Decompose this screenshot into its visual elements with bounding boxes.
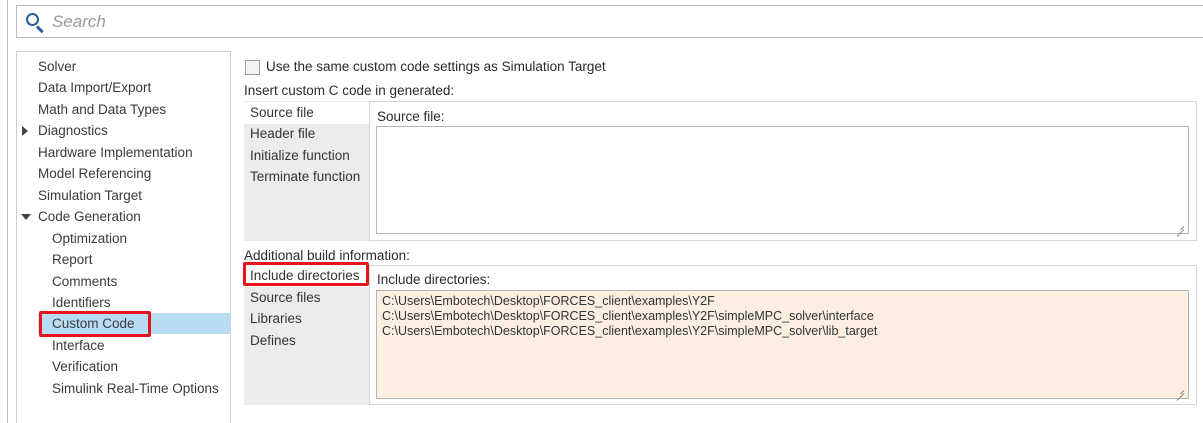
tab-source-files[interactable]: Source files	[244, 287, 369, 309]
nav-item-simulink-real-time-options[interactable]: Simulink Real-Time Options	[52, 379, 219, 399]
nav-item-report[interactable]: Report	[52, 250, 93, 270]
search-input[interactable]	[50, 10, 1150, 33]
include-directory-line: C:\Users\Embotech\Desktop\FORCES_client\…	[382, 309, 874, 323]
nav-item-comments[interactable]: Comments	[52, 272, 117, 292]
source-file-label: Source file:	[377, 109, 445, 124]
nav-item-diagnostics[interactable]: Diagnostics	[22, 121, 108, 141]
highlight-box-custom-code	[39, 311, 151, 337]
highlight-box-include-directories	[243, 262, 369, 286]
source-file-textarea[interactable]	[376, 126, 1189, 234]
same-settings-checkbox[interactable]	[245, 60, 260, 75]
nav-item-code-generation[interactable]: Code Generation	[21, 207, 141, 227]
nav-item-identifiers[interactable]: Identifiers	[52, 293, 111, 313]
search-icon	[24, 11, 46, 33]
nav-item-label: Diagnostics	[38, 123, 108, 138]
expand-triangle-icon[interactable]	[22, 126, 28, 136]
insert-code-panel: Source file:	[369, 101, 1197, 241]
same-settings-label: Use the same custom code settings as Sim…	[266, 59, 606, 74]
resize-grip-icon[interactable]	[1175, 221, 1184, 230]
tab-source-file[interactable]: Source file	[244, 102, 369, 124]
tab-initialize-function[interactable]: Initialize function	[244, 145, 369, 167]
nav-item-solver[interactable]: Solver	[38, 57, 76, 77]
nav-item-math-data-types[interactable]: Math and Data Types	[38, 100, 166, 120]
nav-item-interface[interactable]: Interface	[52, 336, 105, 356]
nav-item-label: Code Generation	[38, 209, 141, 224]
nav-item-verification[interactable]: Verification	[52, 357, 118, 377]
resize-grip-icon[interactable]	[1175, 385, 1184, 394]
nav-item-model-referencing[interactable]: Model Referencing	[38, 164, 151, 184]
build-info-heading: Additional build information:	[244, 248, 410, 263]
collapse-triangle-icon[interactable]	[21, 214, 31, 220]
include-directory-line: C:\Users\Embotech\Desktop\FORCES_client\…	[382, 294, 715, 308]
tab-terminate-function[interactable]: Terminate function	[244, 166, 369, 188]
include-directories-textarea[interactable]: C:\Users\Embotech\Desktop\FORCES_client\…	[376, 290, 1189, 399]
insert-code-heading: Insert custom C code in generated:	[244, 83, 455, 98]
include-directory-line: C:\Users\Embotech\Desktop\FORCES_client\…	[382, 324, 878, 338]
nav-item-optimization[interactable]: Optimization	[52, 229, 127, 249]
include-directories-label: Include directories:	[377, 272, 491, 287]
nav-item-hardware-implementation[interactable]: Hardware Implementation	[38, 143, 193, 163]
nav-item-data-import-export[interactable]: Data Import/Export	[38, 78, 151, 98]
tab-defines[interactable]: Defines	[244, 330, 369, 352]
window-edge	[7, 0, 8, 423]
category-tree: Solver Data Import/Export Math and Data …	[16, 51, 231, 423]
build-info-panel: Include directories: C:\Users\Embotech\D…	[369, 265, 1197, 405]
nav-item-simulation-target[interactable]: Simulation Target	[38, 186, 142, 206]
tab-header-file[interactable]: Header file	[244, 123, 369, 145]
tab-libraries[interactable]: Libraries	[244, 308, 369, 330]
insert-code-tab-list: Source file Header file Initialize funct…	[244, 101, 369, 241]
search-bar[interactable]	[16, 5, 1203, 38]
